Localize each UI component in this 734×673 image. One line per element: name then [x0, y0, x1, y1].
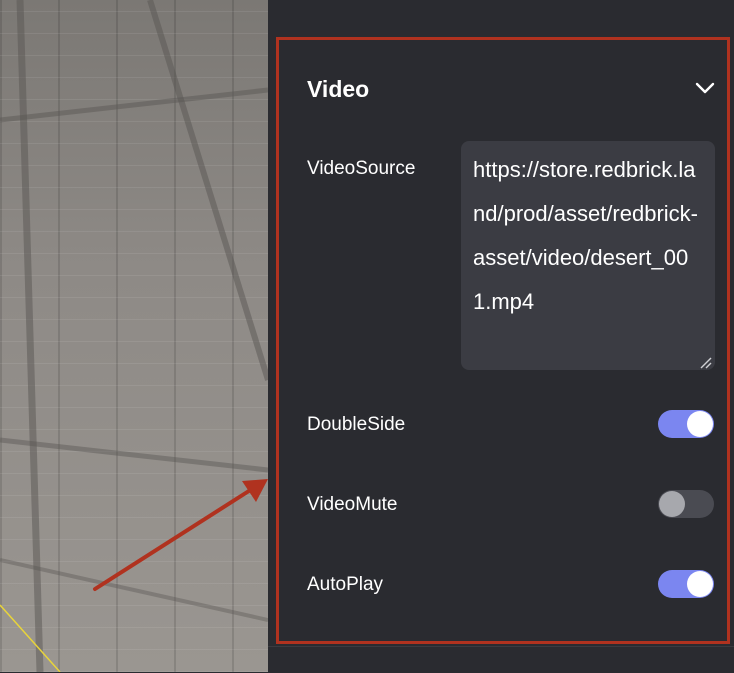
selection-outline: [0, 604, 61, 672]
video-source-input[interactable]: https://store.redbrick.land/prod/asset/r…: [461, 141, 715, 370]
floor-grid: [0, 0, 268, 672]
toggle-knob: [659, 491, 685, 517]
auto-play-toggle[interactable]: [658, 570, 714, 598]
video-section: Video VideoSource https://store.redbrick…: [276, 37, 730, 644]
chevron-down-icon[interactable]: [694, 80, 716, 96]
double-side-label: DoubleSide: [307, 414, 406, 435]
double-side-toggle[interactable]: [658, 410, 714, 438]
toggle-knob: [687, 411, 713, 437]
video-source-label: VideoSource: [307, 158, 416, 179]
video-mute-label: VideoMute: [307, 494, 398, 515]
video-mute-toggle[interactable]: [658, 490, 714, 518]
section-title: Video: [307, 76, 370, 102]
resize-grip-icon[interactable]: [699, 356, 713, 370]
auto-play-label: AutoPlay: [307, 574, 384, 595]
panel-footer: [268, 646, 734, 673]
scene-viewport[interactable]: [0, 0, 268, 672]
toggle-knob: [687, 571, 713, 597]
